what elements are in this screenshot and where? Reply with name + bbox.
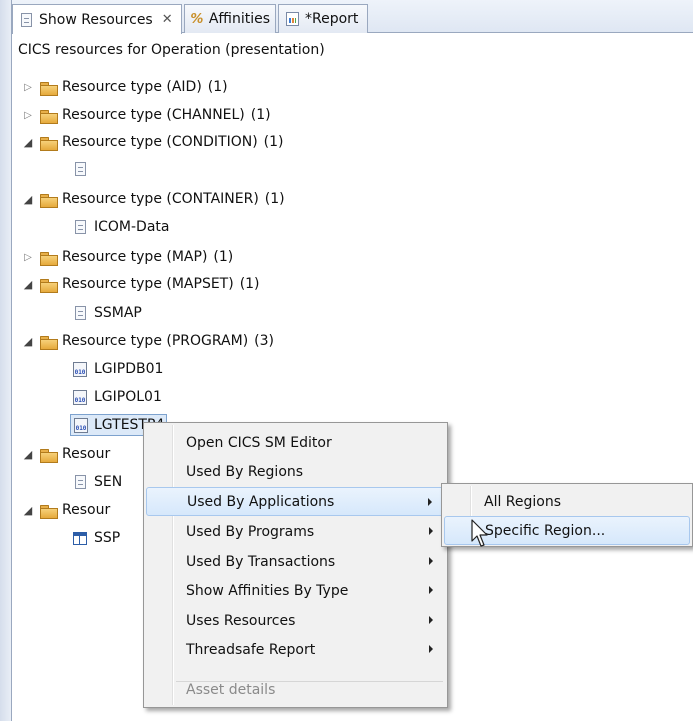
menu-item-used-by-transactions[interactable]: Used By Transactions (146, 547, 445, 576)
tree-leaf-label: LGIPOL01 (94, 389, 162, 405)
tree-leaf-lgipdb01[interactable]: 010 LGIPDB01 (72, 357, 163, 381)
expand-arrow-icon[interactable]: ▷ (22, 252, 34, 263)
tree-node-label: Resource type (PROGRAM) (62, 333, 249, 349)
tree-node-label: Resource type (MAP) (62, 249, 208, 265)
menu-item-label: Specific Region... (485, 522, 606, 539)
document-icon (72, 161, 88, 177)
tree-leaf-lgipol01[interactable]: 010 LGIPOL01 (72, 385, 162, 409)
folder-icon (40, 249, 58, 266)
tree-node-label: Resource type (CHANNEL) (62, 107, 245, 123)
menu-item-label: Threadsafe Report (186, 641, 316, 658)
mouse-pointer-icon (471, 519, 488, 547)
workbench-left-edge (0, 0, 11, 721)
menu-item-label: Asset details (186, 681, 276, 698)
tree-leaf-label: SSP (94, 530, 121, 546)
folder-icon (40, 79, 58, 96)
document-icon (72, 474, 88, 490)
tree-node-count: (1) (207, 79, 228, 95)
menu-item-label: Open CICS SM Editor (186, 434, 332, 451)
submenu-item-all-regions[interactable]: All Regions (444, 487, 690, 516)
folder-open-icon (40, 191, 58, 208)
tree-leaf-label: ICOM-Data (94, 219, 170, 235)
folder-open-icon (40, 446, 58, 463)
menu-item-open-cics-sm-editor[interactable]: Open CICS SM Editor (146, 428, 445, 457)
tree-node-label: Resource type (CONDITION) (62, 134, 258, 150)
tree-leaf-partial-2[interactable]: SSP (72, 526, 120, 550)
binary-program-icon: 010 (72, 361, 88, 377)
folder-open-icon (40, 276, 58, 293)
folder-open-icon (40, 502, 58, 519)
tree-node-count: (1) (263, 134, 284, 150)
tree-node-count: (1) (239, 276, 260, 292)
tree-leaf-condition[interactable] (72, 157, 88, 181)
collapse-arrow-icon[interactable]: ◢ (22, 448, 34, 461)
tree-node-label: Resource type (AID) (62, 79, 202, 95)
expand-arrow-icon[interactable]: ▷ (22, 110, 34, 121)
folder-open-icon (40, 333, 58, 350)
tree-node-program[interactable]: ◢ Resource type (PROGRAM) (3) (22, 329, 274, 353)
tree-leaf-partial-1[interactable]: SEN (72, 470, 122, 494)
binary-program-icon: 010 (73, 417, 89, 433)
menu-item-label: Uses Resources (186, 612, 296, 629)
tree-node-container[interactable]: ◢ Resource type (CONTAINER) (1) (22, 187, 285, 211)
collapse-arrow-icon[interactable]: ◢ (22, 193, 34, 206)
submenu-arrow-icon (428, 498, 432, 506)
tree-node-channel[interactable]: ▷ Resource type (CHANNEL) (1) (22, 103, 271, 127)
tree-leaf-label: SEN (94, 474, 123, 490)
menu-item-label: Used By Transactions (186, 553, 336, 570)
document-icon (72, 219, 88, 235)
context-menu: Open CICS SM Editor Used By Regions Used… (143, 422, 448, 708)
expand-arrow-icon[interactable]: ▷ (22, 82, 34, 93)
menu-item-show-affinities-by-type[interactable]: Show Affinities By Type (146, 576, 445, 605)
tree-leaf-icom-data[interactable]: ICOM-Data (72, 215, 169, 239)
collapse-arrow-icon[interactable]: ◢ (22, 335, 34, 348)
tree-node-count: (3) (254, 333, 274, 349)
tree-node-mapset[interactable]: ◢ Resource type (MAPSET) (1) (22, 272, 260, 296)
tree-node-label: Resour (62, 502, 111, 518)
submenu-arrow-icon (429, 645, 433, 653)
menu-item-used-by-programs[interactable]: Used By Programs (146, 517, 445, 546)
menu-item-used-by-applications[interactable]: Used By Applications (146, 487, 445, 516)
collapse-arrow-icon[interactable]: ◢ (22, 136, 34, 149)
tree-leaf-label: LGIPDB01 (94, 361, 164, 377)
menu-item-label: Used By Programs (186, 523, 315, 540)
menu-item-label: All Regions (484, 493, 562, 510)
table-icon (72, 530, 88, 546)
menu-item-used-by-regions[interactable]: Used By Regions (146, 457, 445, 486)
submenu-arrow-icon (429, 557, 433, 565)
tree-node-partial-2[interactable]: ◢ Resour (22, 498, 110, 522)
tree-node-map[interactable]: ▷ Resource type (MAP) (1) (22, 245, 233, 269)
tree-node-condition[interactable]: ◢ Resource type (CONDITION) (1) (22, 130, 284, 154)
tree-node-aid[interactable]: ▷ Resource type (AID) (1) (22, 75, 228, 99)
menu-item-threadsafe-report[interactable]: Threadsafe Report (146, 635, 445, 664)
collapse-arrow-icon[interactable]: ◢ (22, 278, 34, 291)
document-icon (72, 305, 88, 321)
tree-node-label: Resource type (CONTAINER) (62, 191, 259, 207)
folder-icon (40, 107, 58, 124)
menu-item-label: Used By Applications (187, 493, 335, 510)
submenu-arrow-icon (429, 586, 433, 594)
menu-item-asset-details: Asset details (146, 675, 445, 704)
tree-node-label: Resource type (MAPSET) (62, 276, 234, 292)
menu-item-label: Used By Regions (186, 463, 304, 480)
submenu-arrow-icon (429, 527, 433, 535)
submenu-arrow-icon (429, 616, 433, 624)
tree-node-count: (1) (250, 107, 271, 123)
folder-open-icon (40, 134, 58, 151)
tree-node-count: (1) (213, 249, 234, 265)
tree-node-count: (1) (264, 191, 285, 207)
tree-node-label: Resour (62, 446, 111, 462)
tree-leaf-ssmap[interactable]: SSMAP (72, 301, 142, 325)
menu-item-label: Show Affinities By Type (186, 582, 349, 599)
tree-leaf-label: SSMAP (94, 305, 142, 321)
tree-node-partial-1[interactable]: ◢ Resour (22, 442, 110, 466)
menu-item-uses-resources[interactable]: Uses Resources (146, 606, 445, 635)
binary-program-icon: 010 (72, 389, 88, 405)
collapse-arrow-icon[interactable]: ◢ (22, 504, 34, 517)
